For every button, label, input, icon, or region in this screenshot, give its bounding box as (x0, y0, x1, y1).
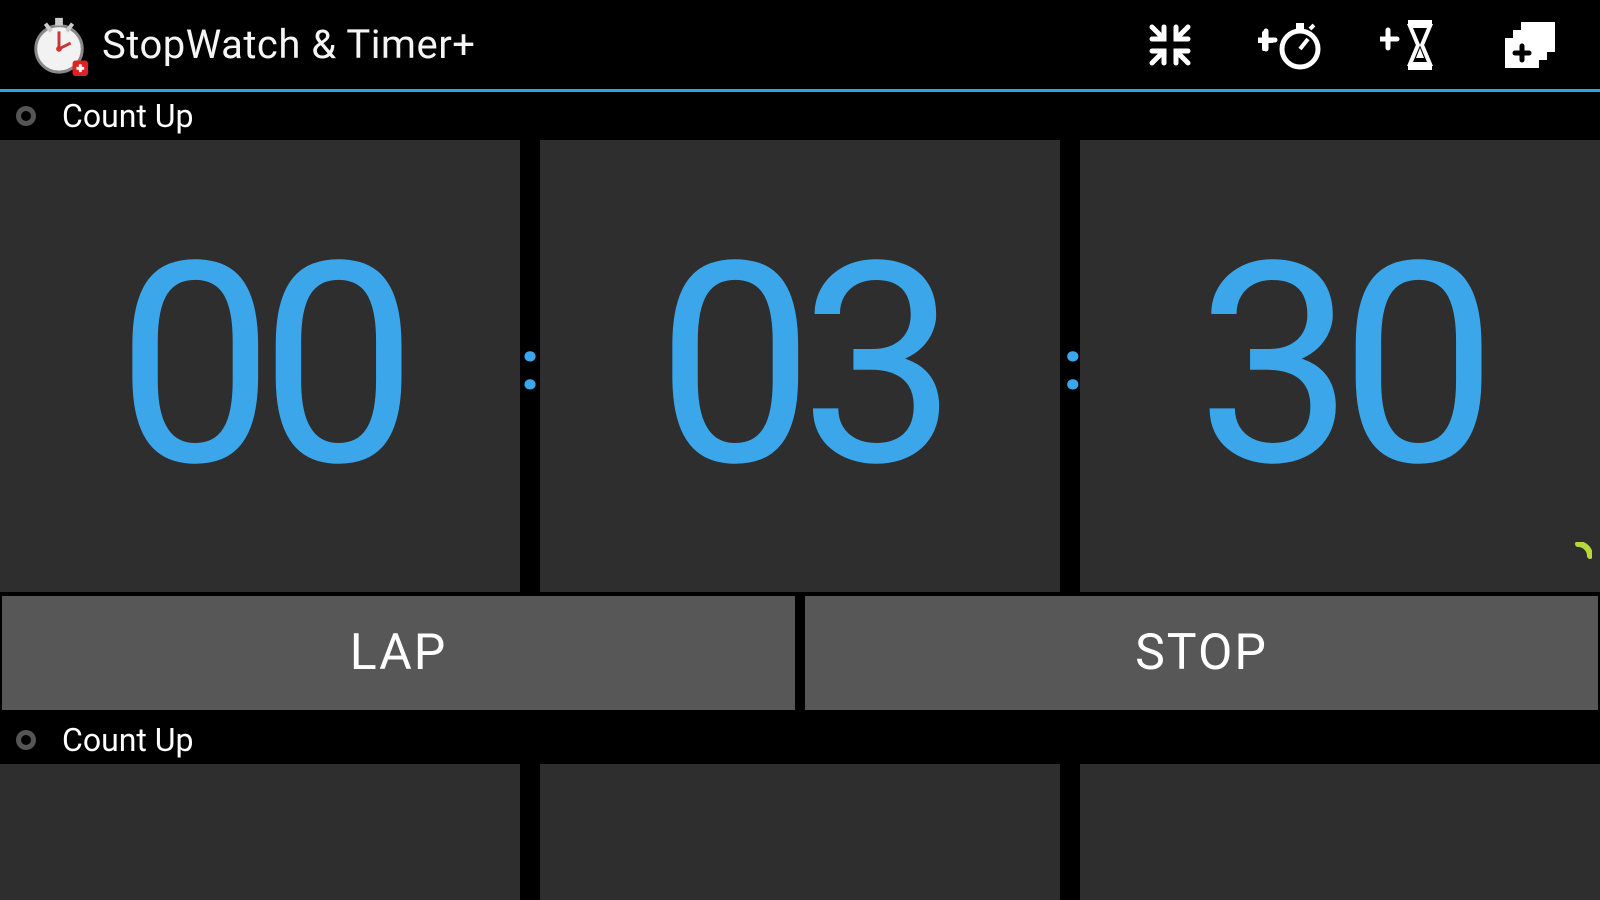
colon-icon: : (520, 325, 537, 407)
hours-value: 00 (117, 226, 404, 506)
app-bar: StopWatch & Timer+ (0, 0, 1600, 92)
collapse-button[interactable] (1110, 0, 1230, 91)
timer1-digits: 00 : 03 : 30 (0, 140, 1600, 592)
add-panel-icon (1501, 20, 1559, 70)
timer1-buttons: LAP STOP (0, 592, 1600, 710)
lap-button[interactable]: LAP (2, 596, 795, 710)
timer2-label: Count Up (62, 721, 194, 759)
add-timer-button[interactable] (1350, 0, 1470, 91)
minutes-panel[interactable]: 03 (540, 140, 1060, 592)
hours-panel-2[interactable] (0, 764, 520, 900)
hours-panel[interactable]: 00 : (0, 140, 520, 592)
seconds-panel-2[interactable] (1080, 764, 1600, 900)
running-indicator-icon (1564, 542, 1592, 570)
minutes-panel-2[interactable] (540, 764, 1060, 900)
radio-icon (16, 730, 36, 750)
add-stopwatch-icon (1258, 19, 1322, 71)
timer1-label: Count Up (62, 97, 194, 135)
seconds-panel[interactable]: : 30 (1080, 140, 1600, 592)
app-title: StopWatch & Timer+ (102, 21, 475, 68)
timer1-header[interactable]: Count Up (0, 92, 1600, 140)
timer2-digits (0, 764, 1600, 900)
collapse-icon (1146, 21, 1194, 69)
colon-icon: : (1063, 325, 1080, 407)
app-logo-icon (28, 14, 90, 76)
add-timer-icon (1380, 18, 1440, 72)
stop-button[interactable]: STOP (805, 596, 1598, 710)
add-panel-button[interactable] (1470, 0, 1590, 91)
minutes-value: 03 (657, 226, 944, 506)
seconds-value: 30 (1197, 226, 1484, 506)
radio-icon (16, 106, 36, 126)
add-stopwatch-button[interactable] (1230, 0, 1350, 91)
timer2-header[interactable]: Count Up (0, 716, 1600, 764)
